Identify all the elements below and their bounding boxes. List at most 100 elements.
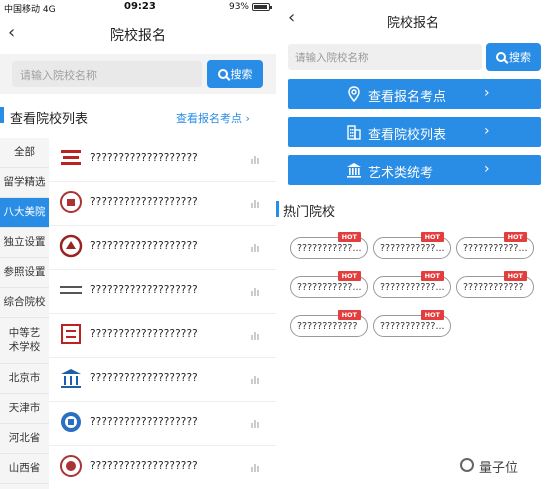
hot-badge: HOT [503, 232, 527, 242]
museum-icon [347, 163, 361, 178]
hot-school-chip[interactable]: ???????????? HOT [290, 310, 368, 337]
school-name: ??????????????????? [90, 240, 198, 252]
category-reference[interactable]: 参照设置 [0, 258, 49, 288]
hot-badge: HOT [420, 310, 444, 320]
category-independent[interactable]: 独立设置 [0, 228, 49, 258]
search-row: 请输入院校名称 搜索 [0, 54, 276, 94]
search-icon [217, 69, 228, 79]
chart-icon [251, 376, 259, 384]
school-name: ??????????????????? [90, 284, 198, 296]
category-secondary-art[interactable]: 中等艺术学校 [0, 318, 49, 364]
school-row[interactable]: ??????????????????? [49, 446, 276, 489]
right-phone-screen: ‹ 院校报名 请输入院校名称 搜索 查看报名考点 › 查看院校列表 › 艺术类统… [276, 0, 550, 489]
hot-badge: HOT [337, 232, 361, 242]
location-pin-icon [348, 86, 360, 102]
battery-icon [252, 3, 272, 11]
category-comprehensive[interactable]: 综合院校 [0, 288, 49, 318]
view-exam-sites-link[interactable]: 查看报名考点 › [176, 110, 250, 126]
category-sidebar: 全部 留学精选 八大美院 独立设置 参照设置 综合院校 中等艺术学校 北京市 天… [0, 138, 49, 489]
search-icon [496, 52, 506, 62]
status-right: 93% [229, 2, 272, 12]
view-school-list-button[interactable]: 查看院校列表 › [288, 117, 541, 147]
school-row[interactable]: ??????????????????? [49, 182, 276, 226]
school-row[interactable]: ??????????????????? [49, 226, 276, 270]
category-all[interactable]: 全部 [0, 138, 49, 168]
status-bar: 中国移动 4G 09:23 93% [0, 0, 276, 15]
school-row[interactable]: ??????????????????? [49, 402, 276, 446]
hot-school-name: ???????????... [380, 321, 445, 332]
section-accent-bar [0, 107, 4, 123]
page-title: 院校报名 [110, 28, 166, 44]
hot-school-name: ???????????... [297, 282, 362, 293]
hot-badge: HOT [337, 310, 361, 320]
hot-school-name: ???????????... [297, 243, 362, 254]
hot-school-name: ???????????... [380, 243, 445, 254]
carrier-label: 中国移动 4G [4, 5, 56, 15]
search-button[interactable]: 搜索 [207, 60, 263, 88]
hot-school-chip[interactable]: ???????????... HOT [373, 310, 451, 337]
search-input[interactable]: 请输入院校名称 [288, 44, 482, 70]
school-logo-icon [60, 455, 82, 477]
chevron-right-icon: › [484, 85, 490, 101]
hot-badge: HOT [420, 271, 444, 281]
school-logo-icon [60, 191, 82, 213]
school-name: ??????????????????? [90, 152, 198, 164]
hot-school-chip[interactable]: ???????????... HOT [373, 271, 451, 298]
art-unified-exam-label: 艺术类统考 [368, 166, 434, 181]
school-row[interactable]: ??????????????????? [49, 270, 276, 314]
hot-school-name: ???????????... [463, 243, 528, 254]
search-input[interactable]: 请输入院校名称 [12, 61, 202, 87]
page-title: 院校报名 [386, 16, 439, 31]
school-row[interactable]: ??????????????????? [49, 314, 276, 358]
chart-icon [251, 200, 259, 208]
school-list: ??????????????????? ??????????????????? … [49, 138, 276, 489]
nav-bar: ‹ 院校报名 [276, 4, 550, 34]
building-icon [347, 125, 361, 140]
category-beijing[interactable]: 北京市 [0, 364, 49, 394]
school-name: ??????????????????? [90, 196, 198, 208]
clock: 09:23 [124, 1, 156, 12]
category-study-abroad[interactable]: 留学精选 [0, 168, 49, 198]
hot-school-name: ???????????... [380, 282, 445, 293]
category-shanxi[interactable]: 山西省 [0, 454, 49, 484]
view-school-list-label: 查看院校列表 [368, 128, 447, 143]
hot-schools-header: 热门院校 [276, 198, 550, 220]
school-logo-icon [61, 150, 81, 165]
hot-school-chip[interactable]: ???????????? HOT [456, 271, 534, 298]
view-exam-sites-button[interactable]: 查看报名考点 › [288, 79, 541, 109]
chevron-right-icon: › [484, 161, 490, 177]
nav-bar: ‹ 院校报名 [0, 16, 276, 52]
hot-school-chip[interactable]: ???????????... HOT [373, 232, 451, 259]
chart-icon [251, 244, 259, 252]
hot-school-chip[interactable]: ???????????... HOT [456, 232, 534, 259]
chart-icon [251, 332, 259, 340]
hot-school-chip[interactable]: ???????????... HOT [290, 232, 368, 259]
brand-text: 量子位 [479, 461, 519, 476]
category-hebei[interactable]: 河北省 [0, 424, 49, 454]
category-secondary-art-label: 中等艺术学校 [8, 326, 41, 353]
school-row[interactable]: ??????????????????? [49, 138, 276, 182]
chart-icon [251, 288, 259, 296]
category-eight-art-academies[interactable]: 八大美院 [0, 198, 49, 228]
search-button-label: 搜索 [230, 68, 253, 81]
school-list-header: 查看院校列表 查看报名考点 › [0, 102, 276, 130]
school-logo-icon [60, 286, 82, 294]
school-name: ??????????????????? [90, 460, 198, 472]
chart-icon [251, 464, 259, 472]
category-tianjin[interactable]: 天津市 [0, 394, 49, 424]
search-button[interactable]: 搜索 [486, 43, 541, 71]
section-accent-bar [276, 201, 279, 217]
school-logo-icon [61, 369, 81, 388]
brand-logo-icon [460, 458, 474, 472]
hot-school-chip[interactable]: ???????????... HOT [290, 271, 368, 298]
school-name: ??????????????????? [90, 328, 198, 340]
hot-badge: HOT [503, 271, 527, 281]
school-logo-icon [61, 324, 81, 344]
school-row[interactable]: ??????????????????? [49, 358, 276, 402]
hot-school-name: ???????????? [463, 282, 524, 293]
chart-icon [251, 156, 259, 164]
chevron-right-icon: › [484, 123, 490, 139]
hot-school-name: ???????????? [297, 321, 358, 332]
art-unified-exam-button[interactable]: 艺术类统考 › [288, 155, 541, 185]
school-logo-icon [61, 412, 81, 432]
